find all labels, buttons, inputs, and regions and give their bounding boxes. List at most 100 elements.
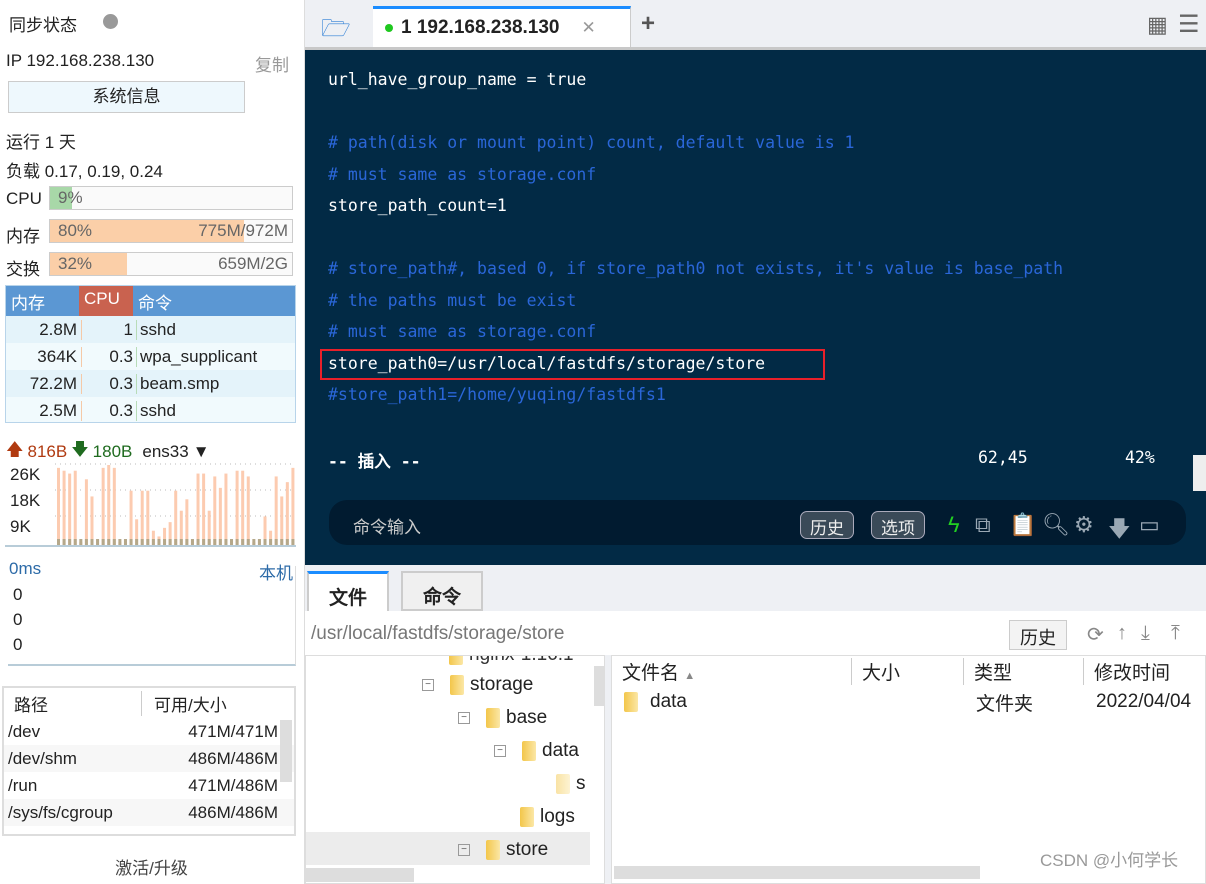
network-bar: [68, 473, 72, 545]
terminal-line: #store_path1=/home/yuqing/fastdfs1: [328, 385, 666, 404]
menu-icon[interactable]: ☰: [1178, 10, 1200, 39]
header-filename[interactable]: 文件名 ▲: [612, 657, 852, 685]
process-row[interactable]: 2.5M 0.3 sshd: [6, 397, 295, 424]
up-directory-icon[interactable]: ↑: [1117, 622, 1127, 645]
header-cpu[interactable]: CPU: [79, 286, 133, 316]
tree-item-selected[interactable]: store: [506, 839, 548, 861]
chevron-down-icon[interactable]: ▼: [193, 442, 210, 462]
memory-label: 内存: [6, 227, 40, 246]
network-bar: [107, 465, 111, 545]
tree-item[interactable]: nginx-1.16.1: [469, 656, 574, 666]
file-row[interactable]: data 文件夹 2022/04/04: [612, 686, 1205, 718]
header-command[interactable]: 命令: [133, 286, 177, 316]
file-manager: 文件 命令 /usr/local/fastdfs/storage/store 历…: [305, 565, 1206, 884]
options-button[interactable]: 选项: [871, 511, 925, 539]
window-icon[interactable]: ▭: [1139, 512, 1160, 538]
tab-commands[interactable]: 命令: [401, 571, 484, 611]
network-bar: [112, 467, 116, 545]
collapse-icon[interactable]: −: [458, 844, 470, 856]
header-modified[interactable]: 修改时间: [1084, 658, 1170, 685]
scroll-percent: 42%: [1125, 448, 1155, 467]
proc-cpu: 1: [81, 319, 136, 340]
file-type: 文件夹: [976, 693, 1034, 715]
header-size[interactable]: 大小: [852, 657, 964, 685]
tree-item[interactable]: s: [576, 773, 586, 795]
network-bar: [62, 470, 66, 545]
folder-icon: [486, 708, 500, 728]
ip-address: IP 192.168.238.130: [6, 51, 155, 70]
download-arrow-icon: 🡇: [71, 440, 89, 459]
process-table: 内存 CPU 命令 2.8M 1 sshd 364K 0.3 wpa_supplicant…: [5, 285, 296, 423]
process-row[interactable]: 2.8M 1 sshd: [6, 316, 295, 343]
session-tab[interactable]: 1 192.168.238.130 ✕: [373, 6, 631, 47]
disk-row[interactable]: /dev/shm 486M/486M: [4, 745, 294, 772]
cpu-percent: 9%: [58, 188, 83, 207]
network-chart: [55, 463, 295, 545]
folder-open-icon[interactable]: 🗁: [321, 11, 351, 52]
folder-icon: [624, 692, 638, 712]
memory-usage-bar: 80% 775M/972M: [49, 219, 293, 243]
terminal-line: url_have_group_name = true: [328, 70, 587, 89]
uptime: 运行 1 天: [6, 133, 76, 152]
tree-h-scrollbar[interactable]: [306, 868, 414, 882]
process-row[interactable]: 72.2M 0.3 beam.smp: [6, 370, 295, 397]
paste-icon[interactable]: 📋: [1009, 512, 1036, 538]
network-bar: [101, 467, 105, 545]
proc-memory: 72.2M: [29, 373, 77, 393]
tree-item[interactable]: data: [542, 740, 579, 762]
close-icon[interactable]: ✕: [582, 18, 596, 38]
network-bar: [224, 473, 228, 545]
upload-icon[interactable]: ⤒: [1171, 622, 1180, 645]
copy-icon[interactable]: ⧉: [975, 512, 991, 538]
collapse-icon[interactable]: −: [494, 745, 506, 757]
disk-row[interactable]: /dev 471M/471M: [4, 718, 294, 745]
directory-tree[interactable]: nginx-1.16.1 − storage − base − data s logs…: [305, 655, 605, 884]
collapse-icon[interactable]: −: [422, 679, 434, 691]
tree-item[interactable]: storage: [470, 674, 533, 696]
grid-layout-icon[interactable]: ▦: [1147, 12, 1168, 38]
proc-memory: 2.5M: [39, 400, 77, 420]
tree-scrollbar[interactable]: [594, 666, 604, 706]
header-path[interactable]: 路径: [4, 690, 142, 716]
network-bar: [129, 490, 133, 545]
folder-icon: [449, 656, 463, 665]
header-memory[interactable]: 内存: [6, 286, 79, 316]
process-row[interactable]: 364K 0.3 wpa_supplicant: [6, 343, 295, 370]
interface-select[interactable]: ens33: [142, 442, 188, 462]
proc-cpu: 0.3: [81, 346, 136, 367]
disk-row[interactable]: /run 471M/486M: [4, 772, 294, 799]
connected-dot-icon: [385, 24, 393, 32]
network-y-ticks: 26K 18K 9K: [10, 462, 40, 540]
system-info-button[interactable]: 系统信息: [8, 81, 245, 113]
swap-label: 交换: [6, 260, 40, 279]
disk-size: 471M/471M: [188, 721, 278, 741]
activate-upgrade-button[interactable]: 激活/升级: [0, 854, 303, 879]
tab-files[interactable]: 文件: [307, 571, 390, 611]
arrow-down-icon[interactable]: 🡇: [1108, 512, 1131, 550]
search-icon[interactable]: 🔍︎: [1042, 512, 1070, 538]
lightning-icon[interactable]: ϟ: [948, 512, 960, 538]
collapse-icon[interactable]: −: [458, 712, 470, 724]
folder-icon: [450, 675, 464, 695]
download-icon[interactable]: ⤓: [1141, 622, 1150, 645]
network-bar: [274, 476, 278, 545]
terminal-scrollbar[interactable]: [1193, 455, 1206, 491]
disk-path: /dev/shm: [8, 748, 77, 768]
gear-icon[interactable]: ⚙: [1074, 512, 1094, 538]
file-h-scrollbar[interactable]: [614, 866, 980, 879]
refresh-icon[interactable]: ⟳: [1087, 622, 1104, 647]
add-tab-icon[interactable]: +: [641, 10, 655, 38]
copy-ip-button[interactable]: 复制: [255, 51, 289, 76]
tree-item[interactable]: logs: [540, 806, 575, 828]
path-history-button[interactable]: 历史: [1009, 620, 1067, 650]
command-input[interactable]: 命令输入: [353, 513, 421, 538]
header-available-size[interactable]: 可用/大小: [142, 691, 227, 716]
history-button[interactable]: 历史: [800, 511, 854, 539]
tree-item[interactable]: base: [506, 707, 547, 729]
header-type[interactable]: 类型: [964, 657, 1084, 685]
network-bar: [146, 490, 150, 545]
disk-path: /run: [8, 775, 38, 795]
disk-scrollbar[interactable]: [280, 720, 292, 782]
path-input[interactable]: /usr/local/fastdfs/storage/store: [311, 623, 564, 645]
disk-row[interactable]: /sys/fs/cgroup 486M/486M: [4, 799, 294, 826]
